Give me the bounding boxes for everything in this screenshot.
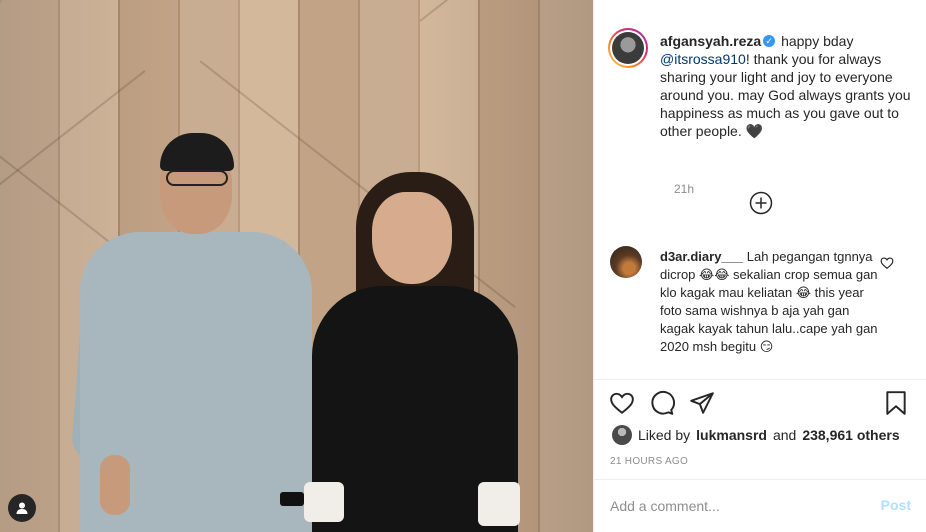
tagged-users-button[interactable] bbox=[8, 494, 36, 522]
liker-avatar[interactable] bbox=[612, 425, 632, 445]
woman-head bbox=[372, 192, 452, 284]
post-photo[interactable] bbox=[0, 0, 593, 532]
author-username[interactable]: afgansyah.reza bbox=[660, 33, 761, 49]
commenter-avatar[interactable] bbox=[610, 246, 642, 278]
heart-icon bbox=[610, 392, 634, 414]
woman-sleeve-cuff bbox=[478, 482, 520, 526]
caption-mention-link[interactable]: @itsrossa910 bbox=[660, 51, 746, 67]
verified-badge-icon: ✓ bbox=[763, 35, 776, 48]
man-hand bbox=[100, 455, 130, 515]
likes-count[interactable]: 238,961 others bbox=[802, 427, 899, 443]
share-button[interactable] bbox=[689, 390, 715, 416]
comment-text: d3ar.diary___ Lah pegangan tgnnya dicrop… bbox=[660, 248, 882, 356]
plus-circle-icon bbox=[749, 191, 773, 215]
comment-like-button[interactable] bbox=[880, 256, 894, 270]
woman-sleeve-cuff bbox=[304, 482, 344, 522]
add-comment-bar: Post bbox=[594, 479, 926, 532]
wrist-watch bbox=[280, 492, 304, 506]
caption-text: afgansyah.reza ✓ happy bday @itsrossa910!… bbox=[660, 32, 916, 140]
man-glasses bbox=[166, 170, 228, 186]
commenter-username[interactable]: d3ar.diary___ bbox=[660, 249, 743, 264]
post-timestamp[interactable]: 21 HOURS AGO bbox=[610, 456, 688, 467]
post-actions bbox=[609, 390, 919, 418]
divider bbox=[594, 379, 926, 380]
bookmark-icon bbox=[886, 391, 906, 415]
post-comment-button[interactable]: Post bbox=[881, 497, 911, 513]
caption-prefix: happy bday bbox=[781, 33, 854, 49]
like-button[interactable] bbox=[609, 390, 635, 416]
save-button[interactable] bbox=[883, 390, 909, 416]
comment-button[interactable] bbox=[649, 390, 675, 416]
comment-icon bbox=[651, 390, 675, 415]
likes-summary: Liked by lukmansrd and 238,961 others bbox=[612, 425, 900, 445]
post-side-panel: afgansyah.reza ✓ happy bday @itsrossa910!… bbox=[593, 0, 926, 532]
user-icon bbox=[16, 502, 28, 514]
caption-timestamp[interactable]: 21h bbox=[674, 182, 694, 196]
author-avatar[interactable] bbox=[608, 28, 648, 68]
liker-username[interactable]: lukmansrd bbox=[696, 427, 767, 443]
comment-body: Lah pegangan tgnnya dicrop 😂😂 sekalian c… bbox=[660, 249, 878, 354]
heart-icon bbox=[880, 257, 894, 269]
likes-prefix: Liked by bbox=[638, 427, 691, 443]
paper-plane-icon bbox=[690, 392, 714, 414]
likes-and: and bbox=[772, 427, 797, 443]
load-more-comments-button[interactable] bbox=[749, 191, 773, 215]
comment-input[interactable] bbox=[610, 496, 870, 516]
